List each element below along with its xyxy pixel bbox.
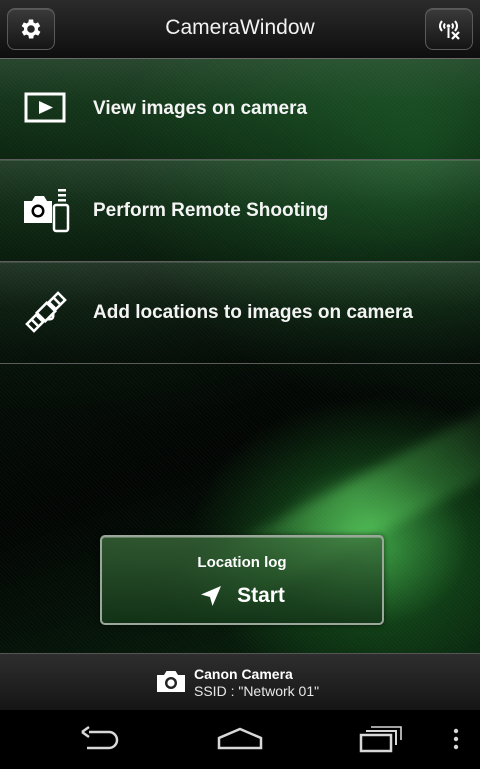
navigation-bar <box>0 710 480 769</box>
camera-status-bar: Canon Camera SSID : "Network 01" <box>0 653 480 710</box>
menu-item-view-images[interactable]: View images on camera <box>0 58 480 160</box>
camera-ssid: SSID : "Network 01" <box>194 683 320 699</box>
recent-apps-icon <box>359 726 402 753</box>
home-icon <box>217 727 263 750</box>
camera-icon <box>157 671 185 692</box>
recent-apps-button[interactable] <box>358 724 404 754</box>
main-menu: View images on camera Perform Remote Sho… <box>0 58 480 364</box>
navigation-arrow-icon <box>201 586 222 606</box>
location-log-start: Start <box>102 584 382 608</box>
start-label: Start <box>237 584 285 607</box>
overflow-menu-icon <box>453 728 459 750</box>
play-image-icon <box>18 80 74 136</box>
menu-label-remote-shooting: Perform Remote Shooting <box>93 200 329 221</box>
menu-item-add-locations[interactable]: Add locations to images on camera <box>0 262 480 364</box>
back-icon <box>81 726 119 750</box>
wireless-button[interactable] <box>425 8 473 50</box>
camera-remote-icon <box>18 182 74 238</box>
overflow-menu-button[interactable] <box>446 724 466 754</box>
home-button[interactable] <box>216 724 264 754</box>
location-log-title: Location log <box>197 554 287 571</box>
menu-label-view-images: View images on camera <box>93 98 308 119</box>
app-title: CameraWindow <box>165 16 315 39</box>
app-background: CameraWindow View images on camera Perfo… <box>0 0 480 710</box>
satellite-icon <box>18 284 74 340</box>
location-log-button[interactable]: Location log Start <box>100 535 384 625</box>
back-button[interactable] <box>78 724 124 754</box>
menu-label-add-locations: Add locations to images on camera <box>93 302 413 323</box>
menu-item-remote-shooting[interactable]: Perform Remote Shooting <box>0 160 480 262</box>
camera-name: Canon Camera <box>194 666 293 682</box>
wireless-disconnect-icon <box>439 20 460 40</box>
title-bar: CameraWindow <box>0 0 480 59</box>
